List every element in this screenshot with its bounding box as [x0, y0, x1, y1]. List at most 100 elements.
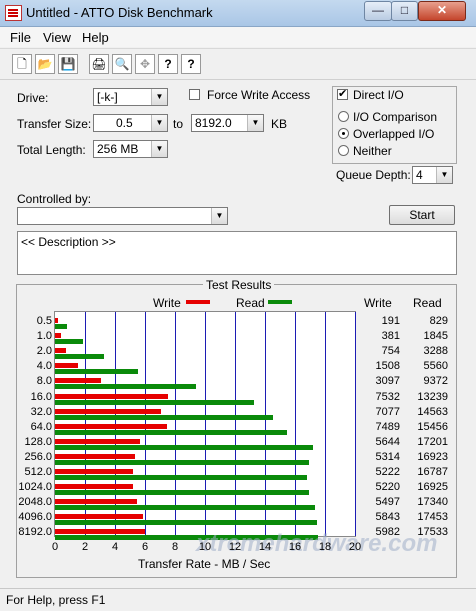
read-value: 17533 — [417, 526, 448, 539]
write-bar — [55, 393, 168, 399]
help-icon[interactable]: ? — [158, 54, 178, 74]
write-value: 381 — [381, 330, 400, 343]
write-value: 191 — [381, 315, 400, 327]
transfer-size-to-select[interactable]: 8192.0 ▼ — [191, 114, 264, 132]
read-value: 829 — [429, 315, 448, 327]
description-text: << Description >> — [21, 235, 116, 249]
read-value: 17453 — [417, 511, 448, 524]
col-header-write: Write — [364, 296, 392, 310]
context-help-icon[interactable]: ? — [181, 54, 201, 74]
toolbar: 🗋 📂 💾 🖨 🔍 ✥ ? ? — [0, 48, 476, 80]
chevron-down-icon[interactable]: ▼ — [151, 115, 167, 131]
transfer-size-from-select[interactable]: 0.5 ▼ — [93, 114, 168, 132]
x-tick-label: 14 — [258, 541, 272, 553]
y-tick-label: 2.0 — [36, 345, 52, 358]
overlapped-io-radio[interactable] — [338, 128, 349, 139]
read-value: 13239 — [417, 390, 448, 403]
write-bar — [55, 408, 162, 414]
read-bar — [55, 354, 105, 360]
close-button[interactable]: ✕ — [418, 1, 466, 21]
new-icon[interactable]: 🗋 — [12, 54, 32, 74]
write-bar — [55, 499, 138, 505]
status-text: For Help, press F1 — [6, 593, 106, 607]
drive-label: Drive: — [17, 91, 49, 105]
force-write-label[interactable]: Force Write Access — [207, 88, 310, 102]
y-tick-label: 32.0 — [30, 405, 52, 418]
chevron-down-icon[interactable]: ▼ — [211, 208, 227, 224]
write-value: 1508 — [375, 360, 400, 373]
read-bar — [55, 520, 317, 526]
total-length-select[interactable]: 256 MB ▼ — [93, 140, 168, 158]
read-bar — [55, 399, 254, 405]
write-value: 5220 — [375, 481, 400, 494]
open-icon[interactable]: 📂 — [35, 54, 55, 74]
start-button[interactable]: Start — [389, 205, 455, 225]
write-value: 5843 — [375, 511, 400, 524]
legend-write-swatch — [186, 300, 210, 304]
x-tick-label: 0 — [51, 541, 59, 553]
controlled-by-label: Controlled by: — [17, 192, 92, 206]
overlapped-io-label[interactable]: Overlapped I/O — [353, 127, 434, 141]
y-tick-label: 16.0 — [30, 390, 52, 403]
chevron-down-icon[interactable]: ▼ — [151, 141, 167, 157]
read-value: 17340 — [417, 496, 448, 509]
io-comparison-radio[interactable] — [338, 111, 349, 122]
write-bar — [55, 378, 102, 384]
x-tick-label: 12 — [228, 541, 242, 553]
chevron-down-icon[interactable]: ▼ — [247, 115, 263, 131]
transfer-size-label: Transfer Size: — [17, 117, 92, 131]
menu-file[interactable]: File — [10, 30, 31, 45]
read-bar — [55, 429, 287, 435]
grid-line — [205, 312, 206, 536]
window-title: Untitled - ATTO Disk Benchmark — [26, 5, 213, 20]
move-icon[interactable]: ✥ — [135, 54, 155, 74]
x-tick-label: 2 — [81, 541, 89, 553]
chevron-down-icon[interactable]: ▼ — [436, 167, 452, 183]
description-box[interactable]: << Description >> — [17, 231, 457, 275]
maximize-button[interactable]: □ — [391, 1, 418, 21]
read-bar — [55, 475, 307, 480]
minimize-button[interactable]: — — [364, 1, 392, 21]
write-value: 5222 — [375, 466, 400, 478]
direct-io-checkbox[interactable]: ✔ — [337, 89, 348, 100]
write-value: 3097 — [375, 375, 400, 388]
chevron-down-icon[interactable]: ▼ — [151, 89, 167, 105]
neither-radio[interactable] — [338, 145, 349, 156]
neither-label[interactable]: Neither — [353, 144, 392, 158]
queue-depth-select[interactable]: 4 ▼ — [412, 166, 453, 184]
y-tick-label: 2048.0 — [18, 496, 52, 509]
force-write-checkbox[interactable] — [189, 89, 200, 100]
menu-help[interactable]: Help — [82, 30, 109, 45]
write-value: 7532 — [375, 390, 400, 403]
y-tick-label: 128.0 — [24, 435, 52, 448]
y-tick-label: 256.0 — [24, 450, 52, 463]
direct-io-label[interactable]: Direct I/O — [353, 88, 404, 102]
read-value: 16787 — [417, 466, 448, 478]
app-icon — [5, 5, 22, 21]
title-bar[interactable]: Untitled - ATTO Disk Benchmark — □ ✕ — [0, 0, 476, 27]
read-bar — [55, 369, 139, 375]
x-tick-label: 6 — [141, 541, 149, 553]
io-comparison-label[interactable]: I/O Comparison — [353, 110, 437, 124]
y-tick-label: 4.0 — [36, 360, 52, 373]
print-icon[interactable]: 🖨 — [89, 54, 109, 74]
write-bar — [55, 333, 61, 339]
read-bar — [55, 490, 309, 496]
grid-line — [265, 312, 266, 536]
drive-select[interactable]: [-k-] ▼ — [93, 88, 168, 106]
y-tick-label: 64.0 — [30, 420, 52, 433]
status-bar: For Help, press F1 — [0, 588, 476, 611]
write-bar — [55, 318, 58, 323]
controlled-by-select[interactable]: ▼ — [17, 207, 228, 225]
print-preview-icon[interactable]: 🔍 — [112, 54, 132, 74]
save-icon[interactable]: 💾 — [58, 54, 78, 74]
read-value: 17201 — [417, 435, 448, 448]
read-bar — [55, 414, 274, 420]
write-bar — [55, 453, 135, 459]
menu-view[interactable]: View — [43, 30, 71, 45]
y-tick-label: 512.0 — [24, 466, 52, 478]
x-tick-label: 8 — [171, 541, 179, 553]
y-tick-label: 8192.0 — [18, 526, 52, 539]
write-value: 7489 — [375, 420, 400, 433]
grid-line — [325, 312, 326, 536]
